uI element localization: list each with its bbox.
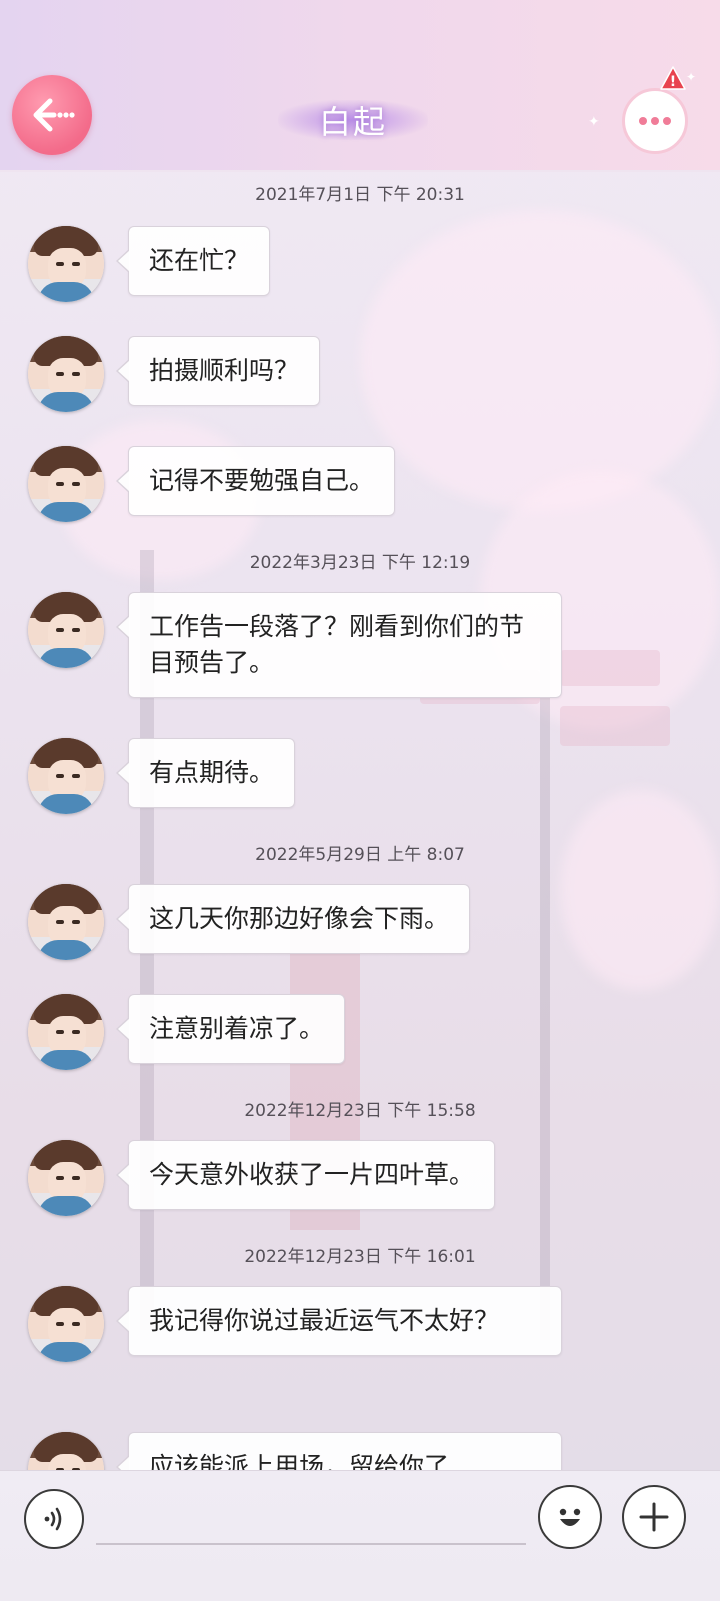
message-item: 拍摄顺利吗？	[28, 336, 321, 412]
avatar[interactable]	[28, 446, 104, 522]
arrow-left-icon	[33, 98, 75, 132]
avatar[interactable]	[28, 1140, 104, 1216]
message-item: 注意别着凉了。	[28, 994, 346, 1070]
avatar[interactable]	[28, 226, 104, 302]
message-item: 记得不要勉强自己。	[28, 446, 396, 522]
message-text: 我记得你说过最近运气不太好？	[149, 1306, 500, 1335]
emoji-icon	[559, 1508, 581, 1526]
timestamp: 2022年12月23日 下午 15:58	[244, 1101, 476, 1121]
message-item: 工作告一段落了？刚看到你们的节目预告了。	[28, 592, 562, 698]
message-bubble: 拍摄顺利吗？	[115, 336, 321, 406]
message-bubble: 注意别着凉了。	[115, 994, 346, 1064]
message-item: 今天意外收获了一片四叶草。	[28, 1140, 496, 1216]
emoji-button[interactable]	[538, 1485, 602, 1549]
more-dots-icon	[639, 117, 671, 125]
voice-button[interactable]	[24, 1489, 84, 1549]
message-item: 这几天你那边好像会下雨。	[28, 884, 471, 960]
message-text: 还在忙？	[149, 246, 250, 275]
sparkle-icon: ✦	[686, 70, 697, 84]
message-text: 这几天你那边好像会下雨。	[149, 904, 450, 933]
message-list[interactable]: 2021年7月1日 下午 20:31 还在忙？ 拍摄顺利吗？ 记得不要勉强自己。…	[0, 170, 720, 1470]
message-text: 今天意外收获了一片四叶草。	[149, 1160, 475, 1189]
message-bubble: 我记得你说过最近运气不太好？	[116, 1286, 562, 1356]
more-options-button[interactable]	[622, 88, 688, 154]
plus-button[interactable]	[622, 1485, 686, 1549]
avatar[interactable]	[28, 738, 104, 814]
chat-title-wrap: 白起	[278, 90, 428, 150]
message-item: 应该能派上用场，留给你了	[28, 1432, 562, 1470]
message-bubble: 应该能派上用场，留给你了	[116, 1432, 562, 1470]
message-text: 应该能派上用场，留给你了	[149, 1452, 450, 1470]
message-bubble: 这几天你那边好像会下雨。	[115, 884, 471, 954]
svg-text:!: !	[670, 74, 676, 90]
timestamp: 2022年5月29日 上午 8:07	[255, 845, 465, 865]
message-bubble: 记得不要勉强自己。	[115, 446, 396, 516]
message-item: 我记得你说过最近运气不太好？	[28, 1286, 562, 1362]
message-input[interactable]	[96, 1501, 526, 1545]
chat-header: 白起 ✦ ✦ !	[0, 0, 720, 172]
avatar[interactable]	[28, 994, 104, 1070]
timestamp: 2022年12月23日 下午 16:01	[244, 1247, 476, 1267]
timestamp: 2022年3月23日 下午 12:19	[249, 553, 471, 573]
plus-icon	[639, 1502, 669, 1532]
message-bubble: 还在忙？	[115, 226, 271, 296]
message-text: 拍摄顺利吗？	[149, 356, 300, 385]
avatar[interactable]	[28, 592, 104, 668]
message-text: 工作告一段落了？刚看到你们的节目预告了。	[149, 612, 525, 677]
timestamp: 2021年7月1日 下午 20:31	[255, 185, 465, 205]
message-bubble: 有点期待。	[115, 738, 296, 808]
message-text: 记得不要勉强自己。	[149, 466, 375, 495]
avatar[interactable]	[28, 336, 104, 412]
sparkle-icon: ✦	[588, 114, 600, 130]
contact-name: 白起	[318, 103, 387, 141]
message-item: 还在忙？	[28, 226, 271, 302]
message-text: 注意别着凉了。	[149, 1014, 325, 1043]
back-button[interactable]	[12, 75, 92, 155]
voice-icon	[44, 1507, 62, 1531]
alert-badge-icon: !	[660, 66, 686, 90]
message-bubble: 今天意外收获了一片四叶草。	[115, 1140, 496, 1210]
avatar[interactable]	[28, 884, 104, 960]
message-bubble: 工作告一段落了？刚看到你们的节目预告了。	[116, 592, 562, 698]
message-text: 有点期待。	[149, 758, 275, 787]
input-bar	[0, 1470, 720, 1601]
message-item: 有点期待。	[28, 738, 296, 814]
avatar[interactable]	[28, 1286, 104, 1362]
avatar[interactable]	[28, 1432, 104, 1470]
